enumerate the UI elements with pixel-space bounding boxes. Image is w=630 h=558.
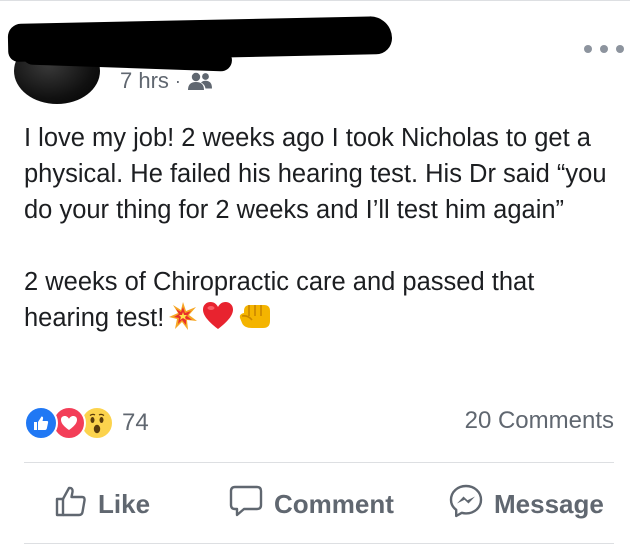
post-action-bar: Like Comment Message bbox=[0, 476, 630, 532]
like-reaction-icon bbox=[24, 406, 58, 440]
comment-label: Comment bbox=[274, 488, 394, 519]
reactions-summary[interactable]: 74 bbox=[24, 405, 149, 441]
post-text-paragraph-2: 2 weeks of Chiropractic care and passed … bbox=[24, 268, 535, 332]
post-body: I love my job! 2 weeks ago I took Nichol… bbox=[24, 120, 620, 341]
messenger-icon bbox=[448, 483, 484, 526]
thumbs-up-icon bbox=[54, 484, 88, 525]
comment-bubble-icon bbox=[228, 484, 264, 525]
post-text-paragraph-1: I love my job! 2 weeks ago I took Nichol… bbox=[24, 124, 607, 224]
post-timestamp[interactable]: 7 hrs bbox=[120, 68, 169, 94]
message-button[interactable]: Message bbox=[448, 484, 604, 524]
message-label: Message bbox=[494, 488, 604, 519]
more-options-button[interactable] bbox=[584, 40, 624, 58]
more-dot-icon bbox=[616, 45, 624, 53]
post-meta: 7 hrs · bbox=[120, 68, 213, 94]
fist-bump-emoji-icon bbox=[238, 301, 272, 341]
post-text-paragraph-2-wrapper: 2 weeks of Chiropractic care and passed … bbox=[24, 264, 620, 341]
collision-emoji-icon bbox=[168, 301, 198, 341]
more-dot-icon bbox=[600, 45, 608, 53]
like-label: Like bbox=[98, 488, 151, 519]
top-border bbox=[0, 0, 630, 1]
red-heart-emoji-icon bbox=[202, 301, 234, 341]
like-button[interactable]: Like bbox=[54, 484, 150, 524]
divider bbox=[24, 462, 614, 463]
friends-icon[interactable] bbox=[187, 71, 213, 91]
more-dot-icon bbox=[584, 45, 592, 53]
comments-count-link[interactable]: 20 Comments bbox=[465, 407, 614, 435]
meta-separator: · bbox=[174, 70, 181, 91]
divider-bottom bbox=[24, 543, 614, 544]
comment-button[interactable]: Comment bbox=[228, 484, 394, 524]
reaction-count: 74 bbox=[122, 409, 149, 436]
